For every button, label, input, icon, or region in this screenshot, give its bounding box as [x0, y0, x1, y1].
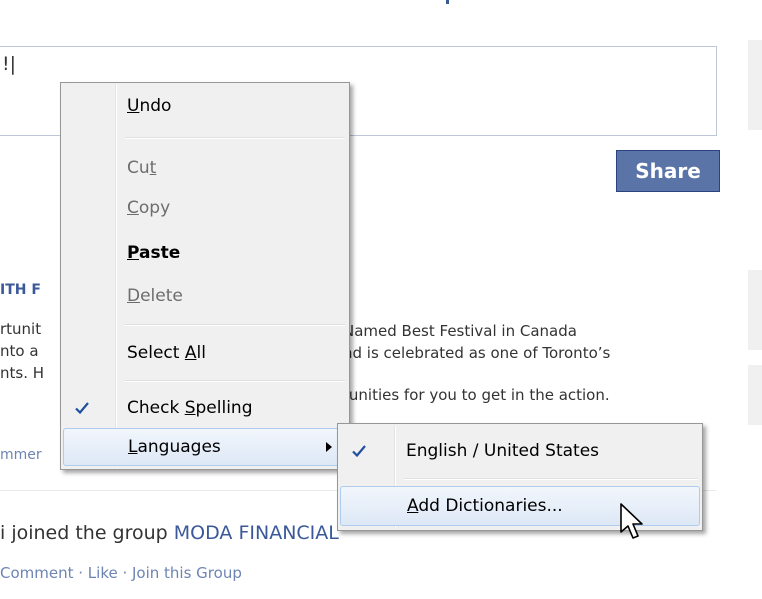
story-text-left: nts. H	[0, 364, 45, 382]
chevron-right-icon	[326, 442, 332, 452]
right-column-fragment	[748, 40, 762, 130]
menu-separator	[125, 324, 345, 326]
menu-item-paste[interactable]: Paste	[63, 233, 347, 273]
context-menu: Undo Cut Copy Paste Delete Select All Ch…	[60, 82, 350, 470]
menu-separator	[404, 478, 698, 480]
menu-separator	[125, 380, 345, 382]
activity-text: i joined the group MODA FINANCIAL	[0, 522, 339, 544]
story-text-right: tunities for you to get in the action.	[343, 386, 610, 404]
menu-item-delete[interactable]: Delete	[63, 276, 347, 316]
right-column-fragment	[748, 270, 762, 350]
check-icon	[346, 438, 372, 464]
submenu-item-add-dictionaries[interactable]: Add Dictionaries...	[340, 486, 700, 526]
mouse-pointer-icon	[620, 503, 643, 539]
check-icon	[69, 395, 95, 421]
story-text-left: rtunit	[0, 320, 42, 338]
menu-item-copy[interactable]: Copy	[63, 188, 347, 228]
menu-item-select-all[interactable]: Select All	[63, 333, 347, 373]
languages-submenu: English / United States Add Dictionaries…	[337, 423, 703, 531]
menu-item-languages[interactable]: Languages	[63, 428, 347, 466]
activity-actions[interactable]: Comment · Like · Join this Group	[0, 564, 242, 582]
share-button[interactable]: Share	[616, 150, 720, 192]
story-title[interactable]: ITH F	[0, 282, 41, 298]
story-text-right: Named Best Festival in Canada	[343, 322, 577, 340]
menu-item-check-spelling[interactable]: Check Spelling	[63, 388, 347, 428]
comment-link[interactable]: mmer	[0, 447, 42, 463]
top-link-fragment	[446, 0, 449, 4]
right-column-fragment	[748, 365, 762, 425]
story-text-left: nto a	[0, 342, 39, 360]
composer-text: !|	[2, 53, 17, 75]
submenu-item-english-us[interactable]: English / United States	[340, 428, 700, 474]
menu-separator	[125, 137, 345, 139]
story-text-right: nd is celebrated as one of Toronto’s	[343, 344, 611, 362]
menu-item-undo[interactable]: Undo	[63, 86, 347, 126]
group-link[interactable]: MODA FINANCIAL	[174, 522, 339, 544]
menu-item-cut[interactable]: Cut	[63, 148, 347, 188]
